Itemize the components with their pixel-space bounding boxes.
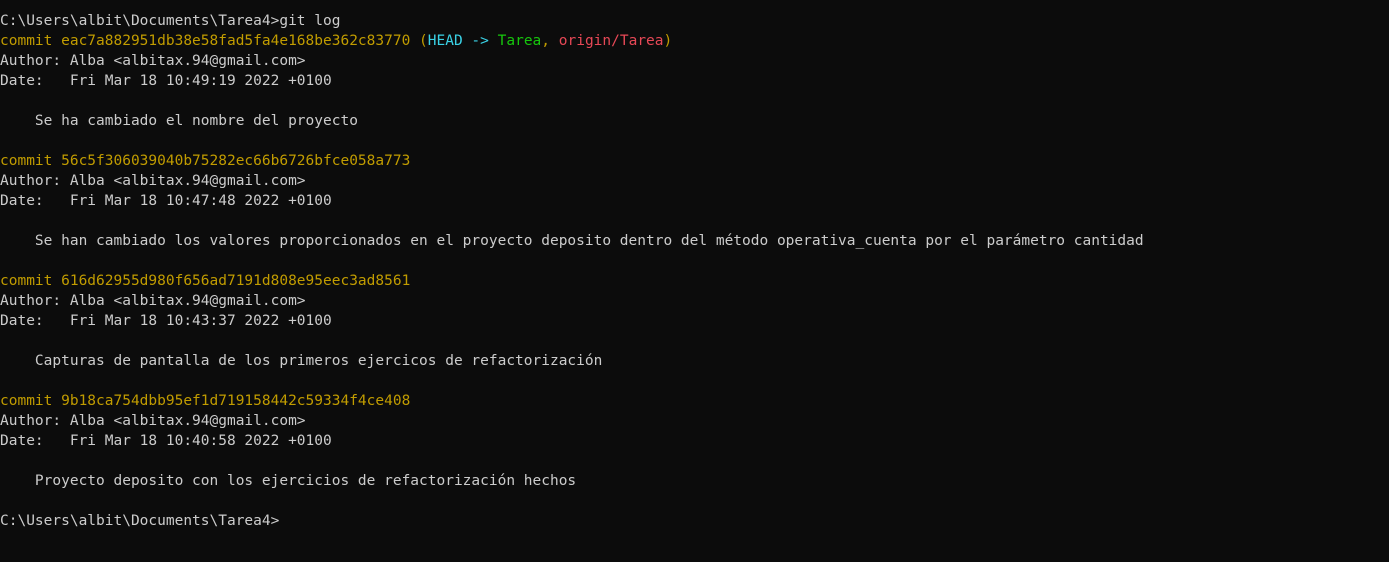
ref-open-paren: ( [410,33,428,49]
ref-head: HEAD -> [427,33,498,49]
ref-remote-branch: origin/Tarea [558,33,664,49]
commit-author: Author: Alba <albitax.94@gmail.com> [0,173,306,189]
commit-message: Proyecto deposito con los ejercicios de … [0,473,577,489]
commit-author: Author: Alba <albitax.94@gmail.com> [0,413,306,429]
commit-message: Se ha cambiado el nombre del proyecto [0,113,358,129]
commit-hash: commit 9b18ca754dbb95ef1d719158442c59334… [0,393,411,409]
commit-hash: commit eac7a882951db38e58fad5fa4e168be36… [0,33,411,49]
commit-author: Author: Alba <albitax.94@gmail.com> [0,53,306,69]
ref-separator: , [541,33,559,49]
ref-branch: Tarea [497,33,542,49]
commit-date: Date: Fri Mar 18 10:49:19 2022 +0100 [0,73,332,89]
commit-author: Author: Alba <albitax.94@gmail.com> [0,293,306,309]
commit-message: Capturas de pantalla de los primeros eje… [0,353,603,369]
commit-message: Se han cambiado los valores proporcionad… [0,233,1144,249]
prompt-command-line: C:\Users\albit\Documents\Tarea4>git log [0,13,341,29]
commit-header-line: commit eac7a882951db38e58fad5fa4e168be36… [0,31,1389,51]
commit-date: Date: Fri Mar 18 10:47:48 2022 +0100 [0,193,332,209]
ref-close-paren: ) [663,33,673,49]
commit-date: Date: Fri Mar 18 10:43:37 2022 +0100 [0,313,332,329]
commit-hash: commit 616d62955d980f656ad7191d808e95eec… [0,273,411,289]
commit-hash: commit 56c5f306039040b75282ec66b6726bfce… [0,153,411,169]
final-prompt[interactable]: C:\Users\albit\Documents\Tarea4> [0,511,1389,531]
commit-date: Date: Fri Mar 18 10:40:58 2022 +0100 [0,433,332,449]
terminal-window[interactable]: C:\Users\albit\Documents\Tarea4>git log … [0,0,1389,562]
